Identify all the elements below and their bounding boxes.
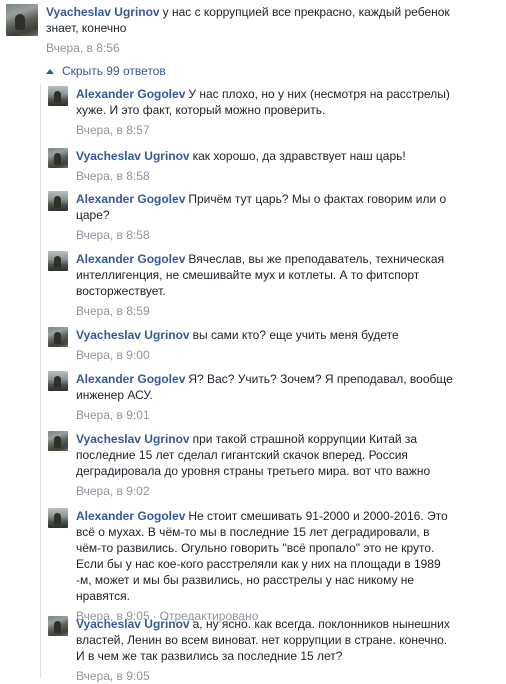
replies-divider (40, 84, 41, 678)
reply-item: Vyacheslav Ugrinov а, ну ясно. как всегда… (48, 616, 458, 684)
reply-text-block: Vyacheslav Ugrinov как хорошо, да здравст… (76, 148, 456, 164)
reply-time[interactable]: Вчера, в 8:58 (76, 169, 150, 183)
reply-item: Alexander Gogolev У нас плохо, но у них (… (48, 86, 458, 138)
reply-body: Alexander Gogolev Я? Вас? Учить? Зочем? Я… (76, 371, 456, 423)
reply-text-block: Vyacheslav Ugrinov при такой страшной кор… (76, 431, 456, 479)
reply-meta: Вчера, в 9:02 (76, 483, 456, 499)
reply-item: Vyacheslav Ugrinov при такой страшной кор… (48, 431, 458, 499)
reply-author[interactable]: Alexander Gogolev (76, 252, 185, 266)
reply-item: Alexander Gogolev Причём тут царь? Мы о ф… (48, 191, 458, 243)
reply-time[interactable]: Вчера, в 9:00 (76, 348, 150, 362)
comment-meta: Вчера, в 8:56 (46, 40, 476, 56)
reply-author[interactable]: Vyacheslav Ugrinov (76, 617, 190, 631)
caret-up-icon (46, 68, 54, 74)
reply-text-block: Vyacheslav Ugrinov а, ну ясно. как всегда… (76, 616, 456, 664)
reply-text-block: Alexander Gogolev Я? Вас? Учить? Зочем? Я… (76, 371, 456, 403)
avatar[interactable] (48, 327, 68, 347)
reply-body: Alexander Gogolev Не стоит смешивать 91-2… (76, 508, 456, 624)
comments-thread: Vyacheslav Ugrinov у нас с коррупцией все… (0, 0, 506, 683)
avatar[interactable] (48, 508, 68, 528)
avatar[interactable] (6, 4, 38, 36)
reply-text-block: Alexander Gogolev Вячеслав, вы же препода… (76, 251, 456, 299)
reply-text-block: Alexander Gogolev У нас плохо, но у них (… (76, 86, 456, 118)
avatar[interactable] (48, 371, 68, 391)
reply-meta: Вчера, в 9:00 (76, 347, 456, 363)
reply-meta: Вчера, в 9:05 (76, 668, 456, 684)
reply-text: вы сами кто? еще учить меня будете (192, 328, 399, 342)
reply-author[interactable]: Vyacheslav Ugrinov (76, 328, 190, 342)
reply-item: Vyacheslav Ugrinov вы сами кто? еще учить… (48, 327, 458, 363)
reply-text-block: Alexander Gogolev Не стоит смешивать 91-2… (76, 508, 456, 604)
reply-body: Alexander Gogolev Причём тут царь? Мы о ф… (76, 191, 456, 243)
reply-meta: Вчера, в 8:58 (76, 227, 456, 243)
reply-body: Vyacheslav Ugrinov а, ну ясно. как всегда… (76, 616, 456, 684)
reply-body: Alexander Gogolev У нас плохо, но у них (… (76, 86, 456, 138)
comment-text-block: Vyacheslav Ugrinov у нас с коррупцией все… (46, 4, 476, 36)
reply-author[interactable]: Alexander Gogolev (76, 192, 185, 206)
avatar[interactable] (48, 86, 68, 106)
reply-meta: Вчера, в 8:59 (76, 303, 456, 319)
hide-replies-label: Скрыть 99 ответов (62, 64, 166, 78)
reply-time[interactable]: Вчера, в 8:58 (76, 228, 150, 242)
reply-text-block: Alexander Gogolev Причём тут царь? Мы о ф… (76, 191, 456, 223)
avatar[interactable] (48, 148, 68, 168)
reply-body: Alexander Gogolev Вячеслав, вы же препода… (76, 251, 456, 319)
reply-meta: Вчера, в 8:58 (76, 168, 456, 184)
reply-author[interactable]: Alexander Gogolev (76, 87, 185, 101)
reply-author[interactable]: Alexander Gogolev (76, 509, 185, 523)
reply-meta: Вчера, в 9:01 (76, 407, 456, 423)
reply-time[interactable]: Вчера, в 9:01 (76, 408, 150, 422)
reply-author[interactable]: Vyacheslav Ugrinov (76, 149, 190, 163)
reply-time[interactable]: Вчера, в 8:59 (76, 304, 150, 318)
reply-meta: Вчера, в 8:57 (76, 122, 456, 138)
hide-replies-button[interactable]: Скрыть 99 ответов (46, 63, 166, 79)
reply-item: Vyacheslav Ugrinov как хорошо, да здравст… (48, 148, 458, 184)
reply-author[interactable]: Vyacheslav Ugrinov (76, 432, 190, 446)
avatar[interactable] (48, 251, 68, 271)
reply-item: Alexander Gogolev Вячеслав, вы же препода… (48, 251, 458, 319)
reply-body: Vyacheslav Ugrinov вы сами кто? еще учить… (76, 327, 456, 363)
reply-author[interactable]: Alexander Gogolev (76, 372, 185, 386)
avatar[interactable] (48, 431, 68, 451)
reply-text-block: Vyacheslav Ugrinov вы сами кто? еще учить… (76, 327, 456, 343)
reply-item: Alexander Gogolev Я? Вас? Учить? Зочем? Я… (48, 371, 458, 423)
avatar[interactable] (48, 616, 68, 636)
comment-author[interactable]: Vyacheslav Ugrinov (46, 5, 160, 19)
reply-time[interactable]: Вчера, в 9:02 (76, 484, 150, 498)
comment-time[interactable]: Вчера, в 8:56 (46, 41, 120, 55)
reply-text: как хорошо, да здравствует наш царь! (192, 149, 406, 163)
comment-body: Vyacheslav Ugrinov у нас с коррупцией все… (46, 4, 476, 56)
reply-text: Не стоит смешивать 91-2000 и 2000-2016. … (76, 509, 448, 603)
reply-body: Vyacheslav Ugrinov как хорошо, да здравст… (76, 148, 456, 184)
reply-time[interactable]: Вчера, в 9:05 (76, 669, 150, 683)
reply-body: Vyacheslav Ugrinov при такой страшной кор… (76, 431, 456, 499)
reply-time[interactable]: Вчера, в 8:57 (76, 123, 150, 137)
avatar[interactable] (48, 191, 68, 211)
top-comment: Vyacheslav Ugrinov у нас с коррупцией все… (6, 4, 486, 56)
reply-item: Alexander Gogolev Не стоит смешивать 91-2… (48, 508, 458, 624)
